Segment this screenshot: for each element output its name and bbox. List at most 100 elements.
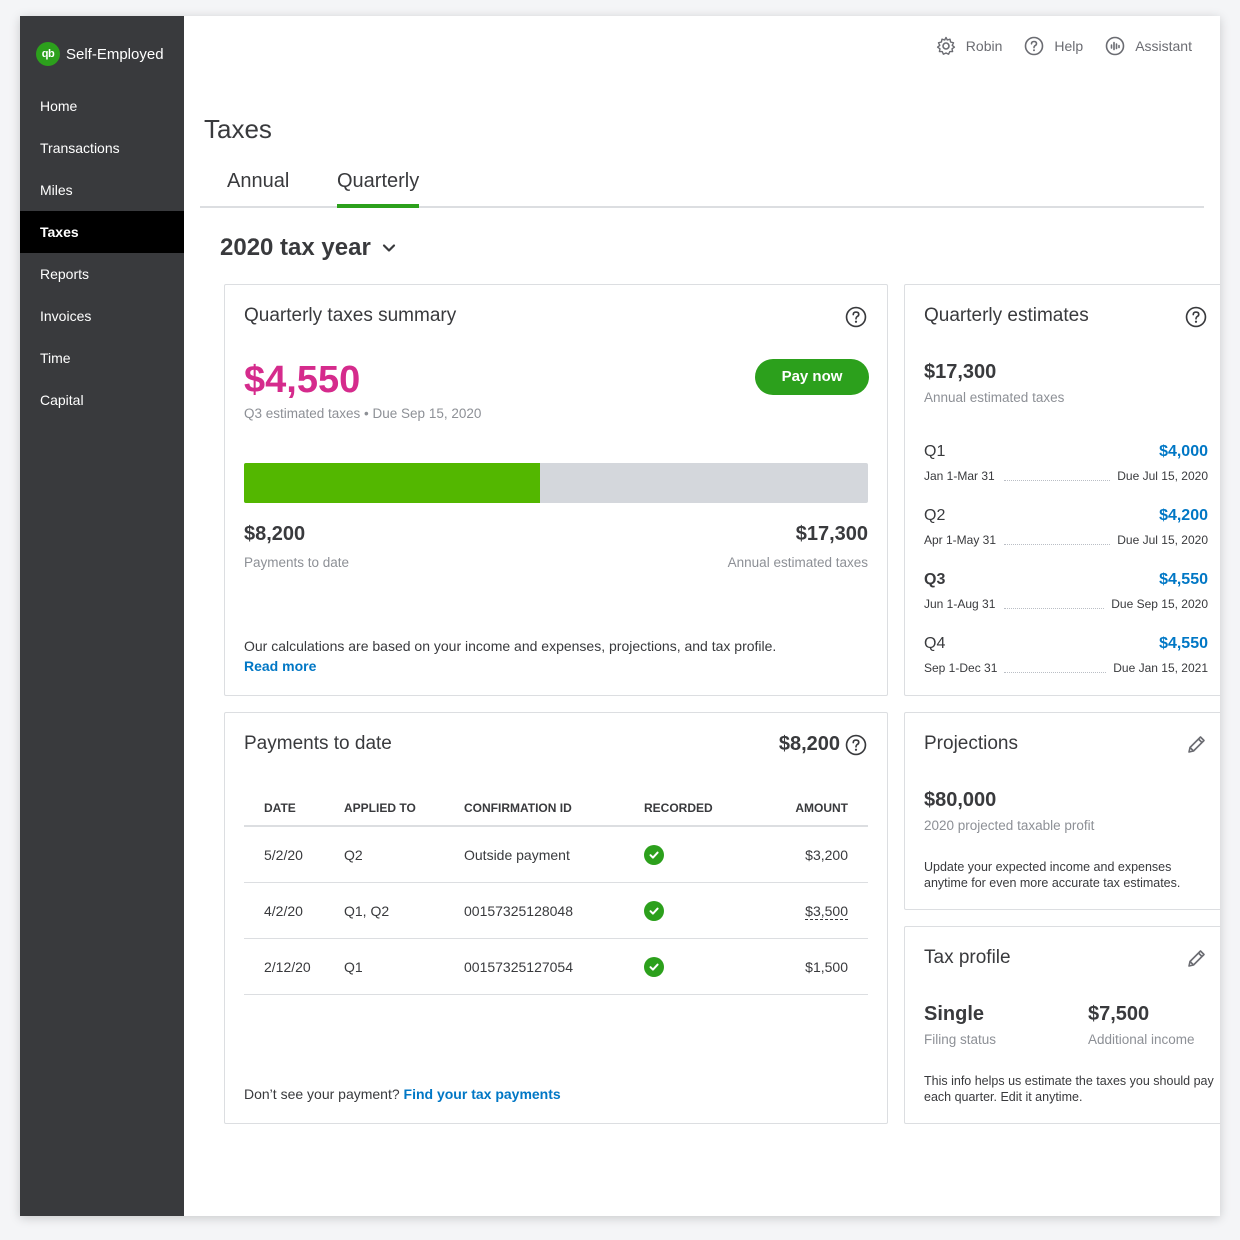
check-icon [644, 957, 664, 977]
sidebar-item-invoices[interactable]: Invoices [20, 295, 184, 337]
dotted-leader [1004, 480, 1110, 481]
projected-profit-label: 2020 projected taxable profit [924, 818, 1095, 833]
projections-note: Update your expected income and expenses… [924, 860, 1181, 890]
additional-income-label: Additional income [1088, 1032, 1195, 1047]
help-circle-icon[interactable] [845, 306, 867, 328]
quarter-row-q2: Q2 $4,200 Apr 1-May 31 Due Jul 15, 2020 [924, 507, 1208, 555]
help-circle-icon[interactable] [1185, 306, 1207, 328]
quarter-range: Sep 1-Dec 31 [924, 661, 998, 675]
estimates-annual-label: Annual estimated taxes [924, 390, 1065, 405]
table-header: DATE APPLIED TO CONFIRMATION ID RECORDED… [244, 797, 868, 827]
additional-income-value: $7,500 [1088, 1003, 1150, 1025]
user-settings-button[interactable]: Robin [936, 36, 1003, 56]
payments-table: DATE APPLIED TO CONFIRMATION ID RECORDED… [244, 797, 868, 995]
quarter-due: Due Jul 15, 2020 [1117, 533, 1208, 547]
progress-fill [244, 463, 540, 503]
col-recorded: RECORDED [644, 801, 713, 815]
assistant-button[interactable]: Assistant [1105, 36, 1192, 56]
dotted-leader [1004, 608, 1104, 609]
quarter-amount[interactable]: $4,550 [1159, 635, 1208, 653]
read-more-link[interactable]: Read more [244, 658, 316, 674]
tab-quarterly[interactable]: Quarterly [337, 170, 420, 208]
annual-amount: $17,300 [795, 523, 868, 545]
cell-amount[interactable]: $3,500 [805, 903, 848, 920]
brand[interactable]: qb Self-Employed [36, 42, 164, 66]
main-content: Robin Help Assistant Taxes Annual Quarte… [184, 16, 1220, 1216]
quarter-due: Due Jan 15, 2021 [1113, 661, 1208, 675]
sidebar-item-time[interactable]: Time [20, 337, 184, 379]
payments-footer: Don’t see your payment? Find your tax pa… [244, 1086, 561, 1102]
col-date: DATE [264, 801, 296, 815]
dotted-leader [1004, 544, 1110, 545]
quarter-amount[interactable]: $4,200 [1159, 507, 1208, 525]
tax-year-label: 2020 tax year [220, 234, 371, 261]
q3-estimated-amount: $4,550 [244, 359, 361, 401]
quarter-due: Due Jul 15, 2020 [1117, 469, 1208, 483]
cell-applied-to: Q1, Q2 [344, 903, 390, 919]
col-confirmation-id: CONFIRMATION ID [464, 801, 572, 815]
tab-bar: Annual Quarterly [200, 162, 1204, 208]
cell-date: 2/12/20 [264, 959, 311, 975]
brand-name: Self-Employed [66, 45, 164, 63]
help-circle-icon[interactable] [845, 734, 867, 756]
sidebar-item-miles[interactable]: Miles [20, 169, 184, 211]
user-name: Robin [965, 38, 1003, 54]
cell-applied-to: Q2 [344, 847, 363, 863]
sidebar-item-taxes[interactable]: Taxes [20, 211, 184, 253]
cell-date: 5/2/20 [264, 847, 303, 863]
q3-due-subtitle: Q3 estimated taxes • Due Sep 15, 2020 [244, 406, 482, 421]
app-window: qb Self-Employed Home Transactions Miles… [20, 16, 1220, 1216]
footer-text: Don’t see your payment? [244, 1086, 400, 1102]
col-amount: AMOUNT [795, 801, 848, 815]
quarter-row-q4: Q4 $4,550 Sep 1-Dec 31 Due Jan 15, 2021 [924, 635, 1208, 683]
sidebar-nav: Home Transactions Miles Taxes Reports In… [20, 85, 184, 421]
table-row[interactable]: 4/2/20 Q1, Q2 00157325128048 $3,500 [244, 883, 868, 939]
projections-title: Projections [924, 733, 1018, 754]
sidebar-item-reports[interactable]: Reports [20, 253, 184, 295]
tax-profile-note: This info helps us estimate the taxes yo… [924, 1074, 1214, 1104]
sidebar-item-home[interactable]: Home [20, 85, 184, 127]
tax-profile-card: Tax profile Single Filing status $7,500 … [904, 926, 1220, 1124]
sidebar-item-transactions[interactable]: Transactions [20, 127, 184, 169]
estimates-annual-amount: $17,300 [924, 361, 997, 383]
quarter-label: Q2 [924, 507, 946, 524]
col-applied-to: APPLIED TO [344, 801, 416, 815]
quarter-amount[interactable]: $4,550 [1159, 571, 1208, 589]
tab-annual[interactable]: Annual [227, 170, 289, 208]
pay-now-button[interactable]: Pay now [755, 359, 869, 395]
cell-amount: $1,500 [805, 959, 848, 975]
tax-year-dropdown[interactable]: 2020 tax year [220, 234, 397, 262]
sidebar: qb Self-Employed Home Transactions Miles… [20, 16, 184, 1216]
summary-title: Quarterly taxes summary [244, 305, 457, 326]
help-circle-icon [1025, 36, 1044, 56]
quarter-range: Jun 1-Aug 31 [924, 597, 996, 611]
projected-profit-amount: $80,000 [924, 789, 997, 811]
chevron-down-icon [382, 244, 395, 252]
quarter-amount[interactable]: $4,000 [1159, 443, 1208, 461]
cell-date: 4/2/20 [264, 903, 303, 919]
quarter-label: Q1 [924, 443, 946, 460]
payments-title: Payments to date [244, 733, 392, 754]
pencil-edit-icon[interactable] [1185, 948, 1207, 970]
quarter-row-q3: Q3 $4,550 Jun 1-Aug 31 Due Sep 15, 2020 [924, 571, 1208, 619]
quarterly-estimates-card: Quarterly estimates $17,300 Annual estim… [904, 284, 1220, 696]
help-button[interactable]: Help [1024, 36, 1083, 56]
pencil-edit-icon[interactable] [1185, 734, 1207, 756]
payments-progress-bar [244, 463, 868, 503]
quarter-due: Due Sep 15, 2020 [1111, 597, 1208, 611]
calculation-note: Our calculations are based on your incom… [244, 638, 777, 654]
paid-amount: $8,200 [244, 523, 306, 545]
table-row[interactable]: 5/2/20 Q2 Outside payment $3,200 [244, 827, 868, 883]
projections-card: Projections $80,000 2020 projected taxab… [904, 712, 1220, 910]
page-title: Taxes [204, 114, 272, 144]
quickbooks-logo-icon: qb [36, 42, 60, 66]
check-icon [644, 901, 664, 921]
sidebar-item-capital[interactable]: Capital [20, 379, 184, 421]
estimates-title: Quarterly estimates [924, 305, 1089, 326]
quarterly-summary-card: Quarterly taxes summary $4,550 Q3 estima… [224, 284, 888, 696]
check-icon [644, 845, 664, 865]
table-row[interactable]: 2/12/20 Q1 00157325127054 $1,500 [244, 939, 868, 995]
find-tax-payments-link[interactable]: Find your tax payments [404, 1086, 561, 1102]
quarter-row-q1: Q1 $4,000 Jan 1-Mar 31 Due Jul 15, 2020 [924, 443, 1208, 491]
help-label: Help [1054, 38, 1084, 54]
